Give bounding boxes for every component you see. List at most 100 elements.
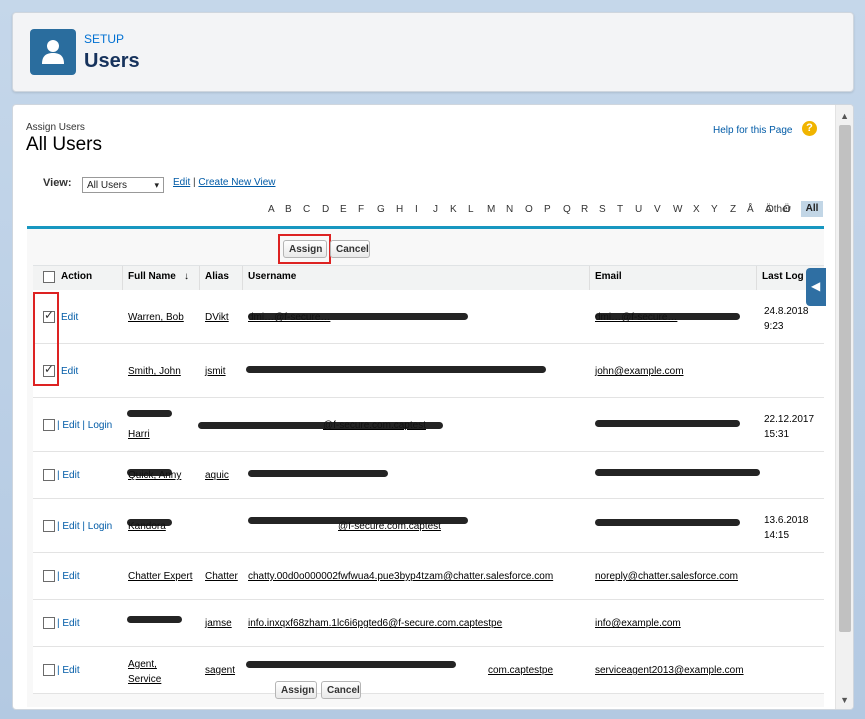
alphabet-letter[interactable]: L <box>468 204 474 215</box>
alphabet-letter[interactable]: M <box>487 204 495 215</box>
row-email[interactable]: noreply@chatter.salesforce.com <box>595 571 738 582</box>
scroll-thumb[interactable] <box>839 125 851 632</box>
table-row: | Edit | Login Kandora @f-secure.com.capte… <box>33 499 824 553</box>
row-alias[interactable]: aquic <box>205 470 229 481</box>
row-actions[interactable]: | Edit <box>57 470 80 481</box>
row-actions[interactable]: | Edit <box>57 665 80 676</box>
help-icon[interactable]: ? <box>802 121 817 136</box>
create-view-link[interactable]: Create New View <box>198 177 275 188</box>
collapse-panel-tab[interactable]: ◀ <box>806 268 826 306</box>
row-alias[interactable]: jamse <box>205 618 232 629</box>
row-full-name-line2[interactable]: Harri <box>128 429 150 440</box>
row-actions[interactable]: | Edit <box>57 618 80 629</box>
alphabet-letter[interactable]: G <box>377 204 385 215</box>
row-actions[interactable]: Edit <box>61 366 78 377</box>
row-alias[interactable]: jsmit <box>205 366 226 377</box>
row-username[interactable]: com.captestpe <box>488 665 553 676</box>
alphabet-letter[interactable]: R <box>581 204 588 215</box>
row-last-login-date: 13.6.2018 <box>764 515 809 526</box>
row-email[interactable]: john@example.com <box>595 366 684 377</box>
redaction-mark <box>248 517 468 524</box>
row-alias[interactable]: DVikt <box>205 312 229 323</box>
alphabet-letter[interactable]: Z <box>730 204 736 215</box>
row-last-login-date: 22.12.2017 <box>764 414 815 425</box>
row-email[interactable]: info@example.com <box>595 618 681 629</box>
col-email[interactable]: Email <box>595 271 622 282</box>
assign-button-bottom[interactable]: Assign <box>275 681 317 699</box>
setup-breadcrumb[interactable]: SETUP <box>84 32 124 46</box>
table-row: | Edit Chatter Expert Chatter chatty.00d0o0… <box>33 553 824 600</box>
row-username[interactable]: info.inxqxf68zham.1lc6i6pgted6@f-secure.… <box>248 618 502 629</box>
link-separator: | <box>193 177 196 188</box>
row-alias[interactable]: Chatter <box>205 571 238 582</box>
row-full-name[interactable]: Agent, <box>128 659 157 670</box>
alphabet-letter[interactable]: O <box>525 204 533 215</box>
scroll-down-icon[interactable]: ▼ <box>840 695 849 705</box>
select-all-checkbox[interactable] <box>43 271 55 283</box>
alphabet-letter[interactable]: C <box>303 204 310 215</box>
row-full-name-line2[interactable]: Service <box>128 674 161 685</box>
alphabet-letter[interactable]: S <box>599 204 606 215</box>
col-username[interactable]: Username <box>248 271 296 282</box>
row-alias[interactable]: sagent <box>205 665 235 676</box>
redaction-mark <box>127 410 172 417</box>
row-checkbox[interactable] <box>43 520 55 532</box>
alphabet-letter[interactable]: K <box>450 204 457 215</box>
alphabet-letter[interactable]: I <box>415 204 418 215</box>
alphabet-letter[interactable]: E <box>340 204 347 215</box>
table-header: Action Full Name ↓ Alias Username Email … <box>33 265 824 291</box>
table-row: EditWarren, BobDViktdmi…@f-secure…dmi…@f… <box>33 290 824 344</box>
scroll-up-icon[interactable]: ▲ <box>840 111 849 121</box>
row-full-name[interactable]: Chatter Expert <box>128 571 192 582</box>
help-link[interactable]: Help for this Page <box>713 125 793 136</box>
col-last-login[interactable]: Last Log <box>762 271 804 282</box>
view-label: View: <box>43 177 72 189</box>
alphabet-letter[interactable]: Å <box>747 204 754 215</box>
alphabet-letter[interactable]: B <box>285 204 292 215</box>
row-email[interactable]: serviceagent2013@example.com <box>595 665 744 676</box>
row-username[interactable]: chatty.00d0o000002fwfwua4.pue3byp4tzam@c… <box>248 571 553 582</box>
alphabet-letter[interactable]: N <box>506 204 513 215</box>
alphabet-letter[interactable]: Y <box>711 204 718 215</box>
alphabet-letter[interactable]: T <box>617 204 623 215</box>
table-body: EditWarren, BobDViktdmi…@f-secure…dmi…@f… <box>33 290 824 694</box>
row-checkbox[interactable] <box>43 570 55 582</box>
alphabet-letter[interactable]: Other <box>766 204 791 215</box>
alphabet-letter[interactable]: J <box>433 204 438 215</box>
vertical-scrollbar[interactable]: ▲ ▼ <box>835 105 853 709</box>
redaction-mark <box>595 469 760 476</box>
redaction-mark <box>246 661 456 668</box>
checkbox-highlight <box>33 292 59 386</box>
row-checkbox[interactable] <box>43 469 55 481</box>
row-actions[interactable]: | Edit | Login <box>57 521 112 532</box>
table-row: | EditQuick, Annyaquic <box>33 452 824 499</box>
alphabet-letter[interactable]: Q <box>563 204 571 215</box>
edit-view-link[interactable]: Edit <box>173 177 190 188</box>
alphabet-all[interactable]: All <box>801 201 823 217</box>
row-actions[interactable]: | Edit <box>57 571 80 582</box>
sort-arrow-icon: ↓ <box>184 271 189 282</box>
row-checkbox[interactable] <box>43 664 55 676</box>
alphabet-letter[interactable]: U <box>635 204 642 215</box>
alphabet-letter[interactable]: A <box>268 204 275 215</box>
col-alias[interactable]: Alias <box>205 271 229 282</box>
row-actions[interactable]: Edit <box>61 312 78 323</box>
view-links: Edit | Create New View <box>173 177 275 188</box>
alphabet-letter[interactable]: X <box>693 204 700 215</box>
row-actions[interactable]: | Edit | Login <box>57 420 112 431</box>
view-select[interactable]: All Users ▾ <box>82 177 164 193</box>
redaction-mark <box>248 313 468 320</box>
row-checkbox[interactable] <box>43 617 55 629</box>
alphabet-letter[interactable]: D <box>322 204 329 215</box>
row-full-name[interactable]: Smith, John <box>128 366 181 377</box>
row-full-name[interactable]: Warren, Bob <box>128 312 184 323</box>
alphabet-letter[interactable]: F <box>358 204 364 215</box>
alphabet-letter[interactable]: V <box>654 204 661 215</box>
cancel-button[interactable]: Cancel <box>330 240 370 258</box>
alphabet-letter[interactable]: H <box>396 204 403 215</box>
row-checkbox[interactable] <box>43 419 55 431</box>
col-full-name[interactable]: Full Name <box>128 271 176 282</box>
alphabet-letter[interactable]: P <box>544 204 551 215</box>
alphabet-letter[interactable]: W <box>673 204 682 215</box>
cancel-button-bottom[interactable]: Cancel <box>321 681 361 699</box>
